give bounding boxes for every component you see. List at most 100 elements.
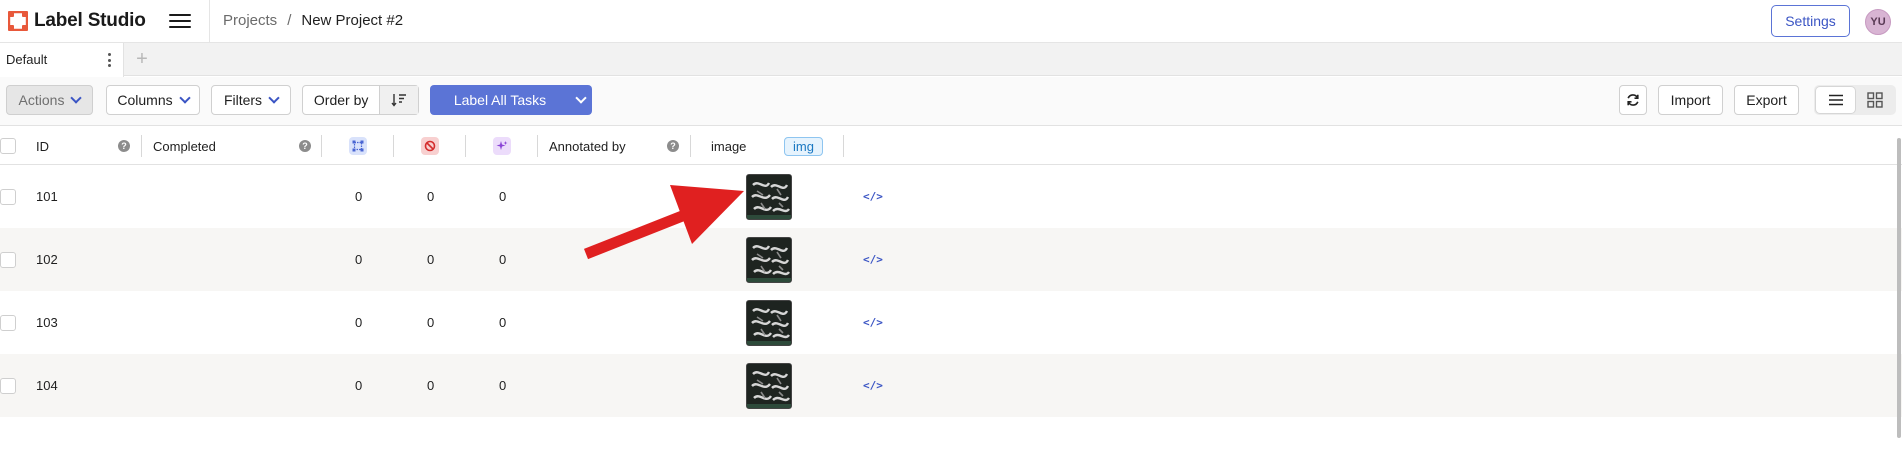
predictions-icon	[493, 137, 511, 155]
row-id: 101	[36, 189, 58, 204]
sort-direction-icon[interactable]	[379, 86, 418, 114]
table-row[interactable]: 101 0 0 0 </>	[0, 165, 1902, 228]
code-source-icon[interactable]: </>	[863, 379, 883, 392]
top-header: Label Studio Projects / New Project #2 S…	[0, 0, 1902, 43]
refresh-button[interactable]	[1619, 85, 1647, 115]
select-all-checkbox[interactable]	[0, 138, 16, 154]
actions-label: Actions	[18, 92, 65, 108]
image-type-badge: img	[784, 136, 823, 156]
data-manager-toolbar: Actions Columns Filters Order by Label A…	[0, 77, 1902, 126]
row-annotations-count: 0	[355, 189, 363, 204]
column-header-annotations[interactable]	[349, 127, 367, 165]
column-divider	[141, 135, 142, 157]
add-tab-button[interactable]: +	[132, 48, 152, 70]
row-checkbox[interactable]	[0, 251, 16, 268]
label-all-dropdown-icon[interactable]	[570, 85, 592, 115]
column-divider	[465, 135, 466, 157]
table-row[interactable]: 104 0 0 0 </>	[0, 354, 1902, 417]
column-header-cancelled[interactable]	[421, 127, 439, 165]
view-tabs: Default +	[0, 43, 1902, 77]
table-row[interactable]: 103 0 0 0 </>	[0, 291, 1902, 354]
breadcrumb-projects-link[interactable]: Projects	[223, 12, 277, 29]
menu-icon[interactable]	[169, 11, 191, 31]
column-header-predictions[interactable]	[493, 127, 511, 165]
help-icon[interactable]: ?	[118, 140, 130, 152]
select-all-cell	[0, 127, 16, 165]
tab-default-label: Default	[6, 52, 48, 67]
row-cancelled-count: 0	[427, 315, 435, 330]
help-icon[interactable]: ?	[667, 140, 679, 152]
refresh-icon	[1627, 94, 1639, 106]
column-divider	[843, 135, 844, 157]
row-cancelled-count: 0	[427, 378, 435, 393]
column-divider	[393, 135, 394, 157]
tab-default[interactable]: Default	[0, 43, 124, 77]
code-source-icon[interactable]: </>	[863, 316, 883, 329]
chevron-down-icon	[70, 91, 83, 104]
grid-view-icon[interactable]	[1855, 87, 1894, 113]
column-divider	[690, 135, 691, 157]
column-header-image[interactable]: image	[711, 127, 746, 165]
row-id: 103	[36, 315, 58, 330]
table-header: ID ? Completed ? Annotated by ? image im…	[0, 127, 1902, 165]
user-avatar[interactable]: YU	[1865, 9, 1891, 35]
column-header-annotated-by[interactable]: Annotated by	[549, 127, 626, 165]
label-all-tasks-label: Label All Tasks	[453, 92, 547, 108]
chevron-down-icon	[178, 91, 191, 104]
chevron-down-icon	[268, 91, 280, 104]
header-divider	[209, 0, 210, 43]
breadcrumb-separator: /	[287, 12, 292, 29]
row-predictions-count: 0	[499, 315, 507, 330]
row-predictions-count: 0	[499, 189, 507, 204]
filters-label: Filters	[223, 92, 263, 108]
order-by-control[interactable]: Order by	[302, 85, 419, 115]
column-image-label: image	[711, 138, 747, 154]
code-source-icon[interactable]: </>	[863, 190, 883, 203]
row-id: 102	[36, 252, 58, 267]
column-header-id[interactable]: ID	[36, 127, 49, 165]
order-by-label: Order by	[313, 92, 369, 108]
filters-button[interactable]: Filters	[211, 85, 291, 115]
image-thumbnail[interactable]	[746, 299, 792, 346]
app-logo[interactable]: Label Studio	[8, 10, 146, 32]
columns-button[interactable]: Columns	[106, 85, 200, 115]
column-divider	[537, 135, 538, 157]
breadcrumb-current-project: New Project #2	[301, 12, 404, 29]
tab-options-icon[interactable]	[107, 53, 111, 67]
breadcrumb: Projects / New Project #2	[223, 12, 403, 29]
image-thumbnail[interactable]	[746, 173, 792, 220]
row-predictions-count: 0	[499, 378, 507, 393]
view-toggle	[1814, 85, 1896, 115]
import-button[interactable]: Import	[1658, 85, 1723, 115]
row-annotations-count: 0	[355, 252, 363, 267]
settings-button[interactable]: Settings	[1771, 5, 1850, 37]
cancelled-icon	[421, 137, 439, 155]
code-source-icon[interactable]: </>	[863, 253, 883, 266]
row-cancelled-count: 0	[427, 189, 435, 204]
row-checkbox[interactable]	[0, 377, 16, 394]
help-icon[interactable]: ?	[299, 140, 311, 152]
row-checkbox[interactable]	[0, 188, 16, 205]
image-thumbnail[interactable]	[746, 236, 792, 283]
row-checkbox[interactable]	[0, 314, 16, 331]
vertical-scrollbar[interactable]	[1897, 138, 1901, 438]
export-button[interactable]: Export	[1734, 85, 1799, 115]
table-row[interactable]: 102 0 0 0 </>	[0, 228, 1902, 291]
app-name: Label Studio	[34, 10, 146, 31]
image-thumbnail[interactable]	[746, 362, 792, 409]
actions-button[interactable]: Actions	[6, 85, 93, 115]
label-all-tasks-button[interactable]: Label All Tasks	[430, 85, 592, 115]
column-completed-label: Completed	[153, 138, 216, 154]
row-annotations-count: 0	[355, 315, 363, 330]
column-header-completed[interactable]: Completed	[153, 127, 216, 165]
row-predictions-count: 0	[499, 252, 507, 267]
row-cancelled-count: 0	[427, 252, 435, 267]
column-annotated-by-label: Annotated by	[549, 138, 626, 154]
list-view-icon[interactable]	[1816, 87, 1855, 113]
columns-label: Columns	[117, 92, 173, 108]
label-studio-logo-icon	[8, 11, 28, 31]
row-id: 104	[36, 378, 58, 393]
annotations-icon	[349, 137, 367, 155]
row-annotations-count: 0	[355, 378, 363, 393]
column-divider	[321, 135, 322, 157]
